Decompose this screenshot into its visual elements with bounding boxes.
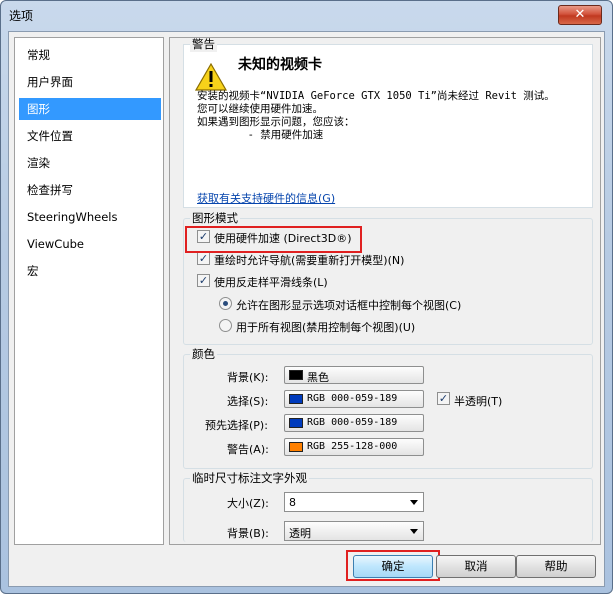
colors-group: 颜色 背景(K): 黑色 选择(S): RGB 000-059-189 ✓ 半透…: [183, 346, 593, 469]
ok-button[interactable]: 确定: [353, 555, 433, 578]
chevron-down-icon: [410, 500, 418, 505]
background-color-label: 背景(K):: [227, 371, 269, 384]
text-background-dropdown[interactable]: 透明: [284, 521, 424, 541]
preselection-color-button[interactable]: RGB 000-059-189: [284, 414, 424, 432]
warning-line: 如果遇到图形显示问题，您应该：: [197, 116, 355, 128]
graphics-settings-panel: 警告 未知的视频卡 安装的视频卡“NVIDIA GeForce GTX 1050…: [169, 37, 601, 545]
warning-line: - 禁用硬件加速: [197, 129, 324, 141]
sidebar-item-macros[interactable]: 宏: [19, 260, 161, 282]
size-value: 8: [289, 496, 296, 509]
per-view-control-label: 允许在图形显示选项对话框中控制每个视图(C): [236, 299, 462, 312]
warning-heading: 未知的视频卡: [238, 57, 322, 73]
sidebar-item-steeringwheels[interactable]: SteeringWheels: [19, 206, 161, 228]
sidebar-item-check-spelling[interactable]: 检查拼写: [19, 179, 161, 201]
chevron-down-icon: [410, 529, 418, 534]
sidebar-item-graphics[interactable]: 图形: [19, 98, 161, 120]
sidebar-item-user-interface[interactable]: 用户界面: [19, 71, 161, 93]
window-title: 选项: [9, 9, 34, 23]
preselection-color-value: RGB 000-059-189: [307, 417, 398, 428]
colors-title: 颜色: [190, 346, 217, 362]
background-color-value: 黑色: [307, 371, 329, 384]
close-button[interactable]: ✕: [558, 5, 602, 25]
background-swatch: [289, 370, 303, 380]
selection-color-button[interactable]: RGB 000-059-189: [284, 390, 424, 408]
size-label: 大小(Z):: [227, 497, 269, 510]
sidebar-item-rendering[interactable]: 渲染: [19, 152, 161, 174]
allow-navigation-label: 重绘时允许导航(需要重新打开模型)(N): [214, 254, 405, 267]
translucent-checkbox[interactable]: ✓: [437, 392, 450, 405]
close-icon: ✕: [574, 7, 586, 22]
all-views-radio[interactable]: [219, 319, 232, 332]
alert-color-label: 警告(A):: [227, 443, 269, 456]
sidebar-item-file-locations[interactable]: 文件位置: [19, 125, 161, 147]
temp-dimension-group: 临时尺寸标注文字外观 大小(Z): 8 背景(B): 透明: [183, 470, 593, 542]
anti-aliasing-label: 使用反走样平滑线条(L): [214, 276, 328, 289]
sidebar-item-general[interactable]: 常规: [19, 44, 161, 66]
selection-swatch: [289, 394, 303, 404]
temp-dimension-title: 临时尺寸标注文字外观: [190, 470, 309, 486]
allow-navigation-checkbox[interactable]: ✓: [197, 252, 210, 265]
options-dialog: 选项 ✕ 常规 用户界面 图形 文件位置 渲染 检查拼写 SteeringWhe…: [0, 0, 613, 594]
translucent-label: 半透明(T): [454, 395, 503, 408]
size-dropdown[interactable]: 8: [284, 492, 424, 512]
preselection-color-label: 预先选择(P):: [205, 419, 268, 432]
warning-line: 您可以继续使用硬件加速。: [197, 103, 323, 115]
help-button[interactable]: 帮助: [516, 555, 596, 578]
category-list: 常规 用户界面 图形 文件位置 渲染 检查拼写 SteeringWheels V…: [14, 37, 164, 545]
all-views-label: 用于所有视图(禁用控制每个视图)(U): [236, 321, 416, 334]
alert-swatch: [289, 442, 303, 452]
preselection-swatch: [289, 418, 303, 428]
warning-line: 安装的视频卡“NVIDIA GeForce GTX 1050 Ti”尚未经过 R…: [197, 90, 555, 102]
supported-hardware-link[interactable]: 获取有关支持硬件的信息(G): [197, 190, 335, 206]
per-view-control-radio[interactable]: [219, 297, 232, 310]
text-background-value: 透明: [289, 527, 311, 540]
background-color-button[interactable]: 黑色: [284, 366, 424, 384]
title-bar[interactable]: 选项 ✕: [1, 1, 612, 29]
warning-message: 安装的视频卡“NVIDIA GeForce GTX 1050 Ti”尚未经过 R…: [197, 90, 587, 142]
selection-color-value: RGB 000-059-189: [307, 393, 398, 404]
warning-triangle-icon: [195, 63, 227, 91]
alert-color-button[interactable]: RGB 255-128-000: [284, 438, 424, 456]
text-background-label: 背景(B):: [227, 527, 269, 540]
selection-color-label: 选择(S):: [227, 395, 269, 408]
highlight-hardware-acceleration: [185, 226, 362, 253]
cancel-button[interactable]: 取消: [436, 555, 516, 578]
dialog-client: 常规 用户界面 图形 文件位置 渲染 检查拼写 SteeringWheels V…: [8, 31, 605, 587]
warning-group: 警告 未知的视频卡 安装的视频卡“NVIDIA GeForce GTX 1050…: [183, 38, 593, 208]
sidebar-item-viewcube[interactable]: ViewCube: [19, 233, 161, 255]
warning-group-title: 警告: [190, 37, 217, 52]
graphics-mode-title: 图形模式: [190, 210, 240, 226]
alert-color-value: RGB 255-128-000: [307, 441, 398, 452]
anti-aliasing-checkbox[interactable]: ✓: [197, 274, 210, 287]
